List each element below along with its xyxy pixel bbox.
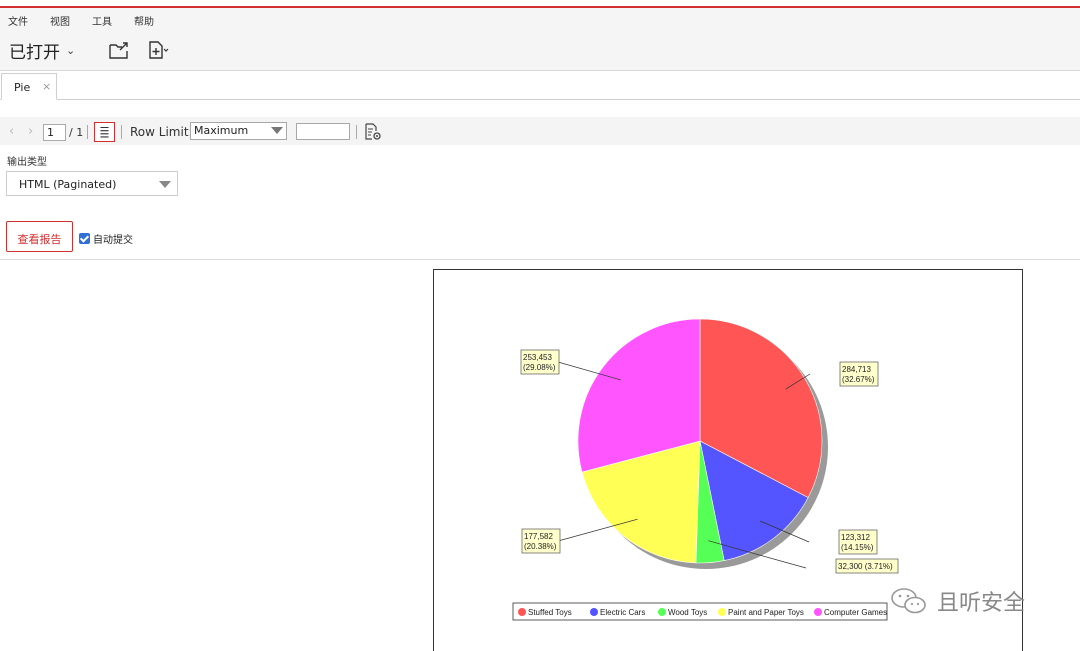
tab-label: Pie bbox=[14, 81, 31, 94]
data-value-label: 177,582 bbox=[524, 532, 553, 541]
prev-page-icon[interactable]: ‹ bbox=[9, 124, 14, 139]
auto-submit-toggle[interactable]: 自动提交 bbox=[79, 231, 133, 246]
auto-submit-label: 自动提交 bbox=[93, 235, 133, 246]
menu-help[interactable]: 帮助 bbox=[134, 13, 154, 28]
row-limit-input[interactable] bbox=[296, 123, 350, 140]
divider bbox=[121, 125, 122, 139]
data-value-label: 32,300 (3.71%) bbox=[838, 562, 893, 571]
legend-label: Paint and Paper Toys bbox=[728, 608, 804, 617]
legend-swatch bbox=[814, 608, 822, 616]
watermark-text: 且听安全 bbox=[937, 591, 1026, 616]
row-limit-value: Maximum bbox=[194, 124, 249, 137]
watermark: 且听安全 bbox=[889, 585, 1025, 617]
opened-label: 已打开 bbox=[9, 43, 60, 63]
legend-label: Computer Games bbox=[824, 608, 887, 617]
wechat-icon bbox=[891, 588, 926, 614]
output-type-select[interactable]: HTML (Paginated) bbox=[6, 171, 178, 196]
menu-bar: 文件 视图 工具 帮助 bbox=[8, 13, 176, 28]
menu-tools[interactable]: 工具 bbox=[92, 13, 112, 28]
data-value-label: 253,453 bbox=[523, 353, 552, 362]
legend-swatch bbox=[718, 608, 726, 616]
data-percent-label: (20.38%) bbox=[524, 542, 557, 551]
dropdown-arrow-icon bbox=[271, 127, 283, 134]
new-doc-icon[interactable] bbox=[148, 40, 170, 60]
content-divider bbox=[0, 259, 1080, 260]
report-nav-bar: ‹ › 1 / 1 Row Limit: Maximum bbox=[0, 117, 1080, 145]
close-icon[interactable]: × bbox=[42, 80, 51, 93]
legend-swatch bbox=[518, 608, 526, 616]
legend-label: Stuffed Toys bbox=[528, 608, 572, 617]
dropdown-arrow-icon bbox=[159, 181, 171, 188]
data-value-label: 123,312 bbox=[841, 533, 870, 542]
legend-swatch bbox=[658, 608, 666, 616]
tab-pie[interactable]: Pie × bbox=[1, 73, 57, 100]
tab-strip: Pie × bbox=[0, 73, 1080, 100]
folder-open-icon[interactable] bbox=[108, 40, 130, 60]
opened-dropdown[interactable]: 已打开 ⌄ bbox=[9, 38, 75, 63]
row-limit-select[interactable]: Maximum bbox=[190, 122, 287, 140]
legend-swatch bbox=[590, 608, 598, 616]
legend-label: Electric Cars bbox=[600, 608, 645, 617]
data-percent-label: (14.15%) bbox=[841, 543, 874, 552]
page-number-input[interactable]: 1 bbox=[43, 124, 66, 141]
next-page-icon[interactable]: › bbox=[28, 124, 33, 139]
menu-file[interactable]: 文件 bbox=[8, 13, 28, 28]
report-settings-icon[interactable] bbox=[364, 123, 382, 141]
divider bbox=[356, 125, 357, 139]
auto-submit-checkbox[interactable] bbox=[79, 233, 90, 244]
app-toolbar: 文件 视图 工具 帮助 已打开 ⌄ bbox=[0, 8, 1080, 71]
row-limit-label: Row Limit: bbox=[130, 125, 193, 139]
view-report-button[interactable]: 查看报告 bbox=[6, 221, 73, 252]
list-view-icon[interactable] bbox=[94, 122, 115, 142]
divider bbox=[87, 125, 88, 139]
data-percent-label: (29.08%) bbox=[523, 363, 556, 372]
chevron-down-icon: ⌄ bbox=[66, 44, 76, 57]
legend-label: Wood Toys bbox=[668, 608, 707, 617]
data-value-label: 284,713 bbox=[842, 365, 871, 374]
data-percent-label: (32.67%) bbox=[842, 375, 875, 384]
output-type-label: 输出类型 bbox=[7, 157, 47, 168]
page-total: / 1 bbox=[69, 126, 84, 139]
menu-view[interactable]: 视图 bbox=[50, 13, 70, 28]
output-type-value: HTML (Paginated) bbox=[19, 178, 117, 191]
